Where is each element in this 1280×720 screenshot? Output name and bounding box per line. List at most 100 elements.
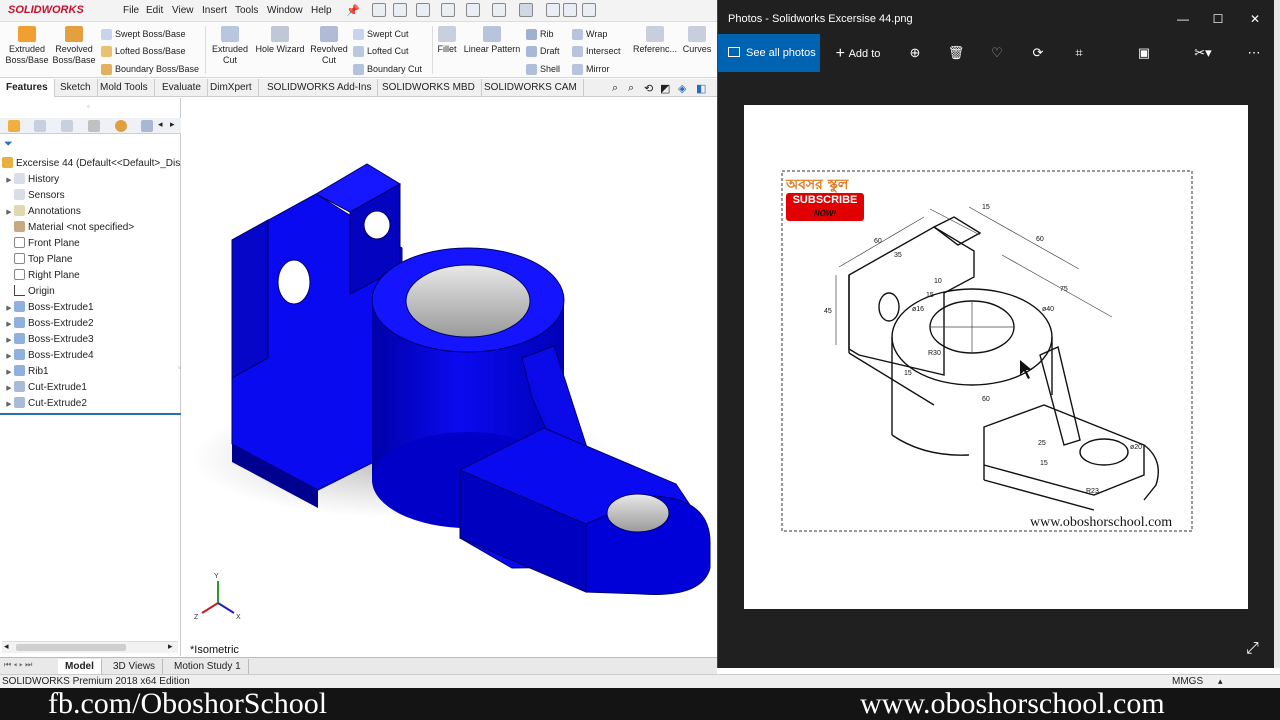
expand-arrow-icon[interactable]: ▶ [4, 397, 14, 413]
tab-motion-study[interactable]: Motion Study 1 [167, 659, 249, 674]
expand-arrow-icon[interactable]: ▶ [4, 173, 14, 189]
tree-item-origin[interactable]: Origin [4, 284, 55, 300]
rotate-icon[interactable]: ⟳ [1026, 34, 1050, 72]
intersect-button[interactable]: Intersect [572, 44, 621, 58]
zoom-area-icon[interactable]: ⌕ [628, 82, 634, 95]
boundary-boss-button[interactable]: Boundary Boss/Base [101, 62, 199, 76]
extruded-boss-button[interactable]: Extruded Boss/Base [4, 26, 50, 66]
expand-arrow-icon[interactable]: ▶ [4, 301, 14, 317]
zoom-to-fit-icon[interactable]: ⌕ [612, 82, 618, 95]
tab-features[interactable]: Features [0, 79, 55, 97]
rib-button[interactable]: Rib [526, 27, 554, 41]
property-manager-icon[interactable] [34, 120, 46, 132]
menu-file[interactable]: File [123, 5, 139, 16]
expand-arrow-icon[interactable]: ▶ [4, 349, 14, 365]
tree-item-rib1[interactable]: ▶ Rib1 [4, 364, 49, 380]
units-dropdown-icon[interactable]: ▴ [1218, 675, 1223, 688]
scroll-left-icon[interactable]: ◂ [158, 119, 163, 130]
select-icon[interactable] [519, 3, 533, 17]
units-indicator[interactable]: MMGS [1172, 675, 1203, 688]
swept-boss-button[interactable]: Swept Boss/Base [101, 27, 186, 41]
see-all-photos-button[interactable]: See all photos [718, 34, 820, 72]
panel-splitter[interactable]: ◦ [178, 363, 181, 372]
menu-window[interactable]: Window [267, 5, 303, 16]
tree-item-boss-extrude3[interactable]: ▶ Boss-Extrude3 [4, 332, 94, 348]
tree-item-material[interactable]: Material <not specified> [4, 220, 134, 236]
print-icon[interactable] [466, 3, 480, 17]
zoom-icon[interactable]: ⊕ [903, 34, 927, 72]
menu-insert[interactable]: Insert [202, 5, 227, 16]
scroll-right-icon[interactable]: ▸ [168, 641, 173, 652]
view-orientation-icon[interactable]: ◈ [678, 82, 686, 95]
delete-icon[interactable]: 🗑 [944, 34, 968, 72]
expand-arrow-icon[interactable]: ▶ [4, 205, 14, 221]
rollback-bar[interactable] [0, 413, 181, 415]
swept-cut-button[interactable]: Swept Cut [353, 27, 409, 41]
3d-model-render[interactable]: Y X Z [182, 98, 717, 656]
mirror-button[interactable]: Mirror [572, 62, 610, 76]
crop-icon[interactable]: ⌗ [1067, 34, 1091, 72]
menu-tools[interactable]: Tools [235, 5, 258, 16]
options-gear-icon[interactable] [582, 3, 596, 17]
tab-sketch[interactable]: Sketch [54, 79, 98, 97]
edit-create-icon[interactable]: ✂▾ [1188, 34, 1218, 72]
favorite-heart-icon[interactable]: ♡ [985, 34, 1009, 72]
rebuild-icon[interactable] [546, 3, 560, 17]
scroll-right-icon[interactable]: ▸ [170, 119, 175, 130]
tree-root[interactable]: Excersise 44 (Default<<Default>_Dis [2, 156, 180, 172]
lofted-boss-button[interactable]: Lofted Boss/Base [101, 44, 186, 58]
tree-item-sensors[interactable]: Sensors [4, 188, 65, 204]
tree-item-top-plane[interactable]: Top Plane [4, 252, 72, 268]
tree-item-history[interactable]: ▶ History [4, 172, 59, 188]
home-icon[interactable] [372, 3, 386, 17]
shell-button[interactable]: Shell [526, 62, 560, 76]
tree-item-front-plane[interactable]: Front Plane [4, 236, 80, 252]
subscribe-badge[interactable]: SUBSCRIBE NOW! [786, 193, 864, 221]
expand-arrow-icon[interactable]: ▶ [4, 317, 14, 333]
tree-horizontal-scrollbar[interactable]: ◂ ▸ [2, 641, 178, 653]
revolved-boss-button[interactable]: Revolved Boss/Base [51, 26, 97, 66]
menu-help[interactable]: Help [311, 5, 332, 16]
slideshow-icon[interactable]: ▣ [1132, 34, 1156, 72]
display-manager-icon[interactable] [115, 120, 127, 132]
expand-arrow-icon[interactable]: ▶ [4, 365, 14, 381]
configuration-manager-icon[interactable] [61, 120, 73, 132]
tree-item-boss-extrude2[interactable]: ▶ Boss-Extrude2 [4, 316, 94, 332]
minimize-icon[interactable]: — [1168, 8, 1198, 30]
close-icon[interactable]: ✕ [1240, 8, 1270, 30]
wrap-button[interactable]: Wrap [572, 27, 607, 41]
reference-geometry-button[interactable]: Referenc... [632, 26, 678, 55]
save-icon[interactable] [441, 3, 455, 17]
tab-evaluate[interactable]: Evaluate [156, 79, 208, 97]
full-screen-icon[interactable]: ⤢ [1246, 640, 1259, 658]
menu-view[interactable]: View [172, 5, 194, 16]
tab-mold-tools[interactable]: Mold Tools [94, 79, 155, 97]
expand-arrow-icon[interactable]: ▶ [4, 381, 14, 397]
maximize-icon[interactable]: ☐ [1203, 8, 1233, 30]
pin-icon[interactable]: 📌 [346, 4, 360, 17]
undo-icon[interactable] [492, 3, 506, 17]
scrollbar-thumb[interactable] [16, 644, 126, 651]
cam-manager-icon[interactable] [141, 120, 153, 132]
display-style-icon[interactable]: ◧ [696, 82, 706, 95]
tree-item-cut-extrude2[interactable]: ▶ Cut-Extrude2 [4, 396, 87, 412]
lofted-cut-button[interactable]: Lofted Cut [353, 44, 409, 58]
tab-3d-views[interactable]: 3D Views [106, 659, 164, 674]
hole-wizard-button[interactable]: Hole Wizard [254, 26, 306, 55]
boundary-cut-button[interactable]: Boundary Cut [353, 62, 422, 76]
menu-edit[interactable]: Edit [146, 5, 163, 16]
file-properties-icon[interactable] [563, 3, 577, 17]
draft-button[interactable]: Draft [526, 44, 560, 58]
open-icon[interactable] [416, 3, 430, 17]
tab-addins[interactable]: SOLIDWORKS Add-Ins [261, 79, 379, 97]
previous-view-icon[interactable]: ⟲ [644, 82, 653, 95]
revolved-cut-button[interactable]: Revolved Cut [306, 26, 352, 66]
feature-tree-icon[interactable] [8, 120, 20, 132]
graphics-area[interactable]: Y X Z *Isometric [182, 98, 717, 656]
linear-pattern-button[interactable]: Linear Pattern [462, 26, 522, 55]
tree-item-boss-extrude4[interactable]: ▶ Boss-Extrude4 [4, 348, 94, 364]
new-document-icon[interactable] [393, 3, 407, 17]
tree-item-annotations[interactable]: ▶ Annotations [4, 204, 81, 220]
section-view-icon[interactable]: ◩ [660, 82, 670, 95]
expand-arrow-icon[interactable]: ▶ [4, 333, 14, 349]
